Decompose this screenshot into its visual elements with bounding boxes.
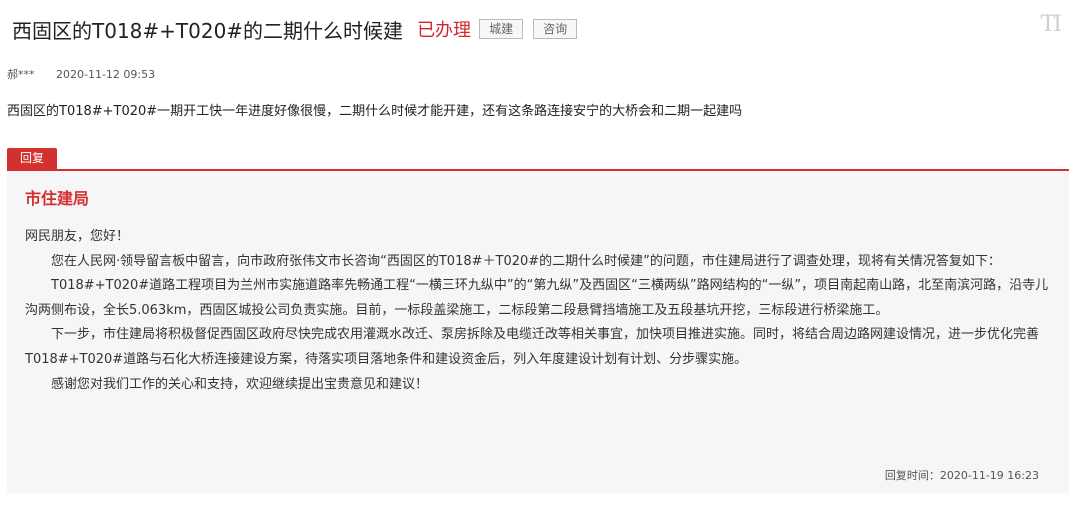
author-name: 郝***	[7, 68, 35, 81]
reply-body: 网民朋友，您好！ 您在人民网·领导留言板中留言，向市政府张伟文市长咨询“西固区的…	[25, 225, 1051, 397]
reply-tab: 回复	[7, 148, 57, 169]
reply-organization: 市住建局	[25, 189, 90, 208]
reply-paragraph: 感谢您对我们工作的关心和支持，欢迎继续提出宝贵意见和建议！	[51, 376, 429, 392]
reply-paragraph: 您在人民网·领导留言板中留言，向市政府张伟文市长咨询“西固区的T018#＋T02…	[51, 253, 1001, 269]
post-title: 西固区的T018#+T020#的二期什么时候建	[12, 18, 404, 43]
reply-time: 回复时间：2020-11-19 16:23	[884, 469, 1039, 482]
question-text: 西固区的T018#+T020#一期开工快一年进度好像很慢，二期什么时候才能开建，…	[7, 104, 743, 119]
reply-time-value: 2020-11-19 16:23	[939, 469, 1039, 482]
post-meta: 郝*** 2020-11-12 09:53	[7, 66, 155, 82]
reply-paragraph: 下一步，市住建局将积极督促西固区政府尽快完成农用灌溉水改迁、泵房拆除及电缆迁改等…	[25, 327, 1040, 367]
tag-consultation[interactable]: 咨询	[533, 19, 578, 39]
reply-greeting: 网民朋友，您好！	[25, 229, 130, 244]
font-size-toggle-icon[interactable]: TI	[1041, 12, 1062, 37]
reply-box: 市住建局 网民朋友，您好！ 您在人民网·领导留言板中留言，向市政府张伟文市长咨询…	[7, 169, 1069, 493]
tag-urban-construction[interactable]: 城建	[479, 19, 524, 39]
reply-paragraph: T018#+T020#道路工程项目为兰州市实施道路率先畅通工程“一横三环九纵中”…	[25, 278, 1049, 318]
post-header: 西固区的T018#+T020#的二期什么时候建 已办理 城建 咨询	[12, 14, 578, 44]
post-date: 2020-11-12 09:53	[56, 68, 156, 81]
reply-time-label: 回复时间	[884, 469, 929, 482]
status-label: 已办理	[417, 20, 472, 41]
